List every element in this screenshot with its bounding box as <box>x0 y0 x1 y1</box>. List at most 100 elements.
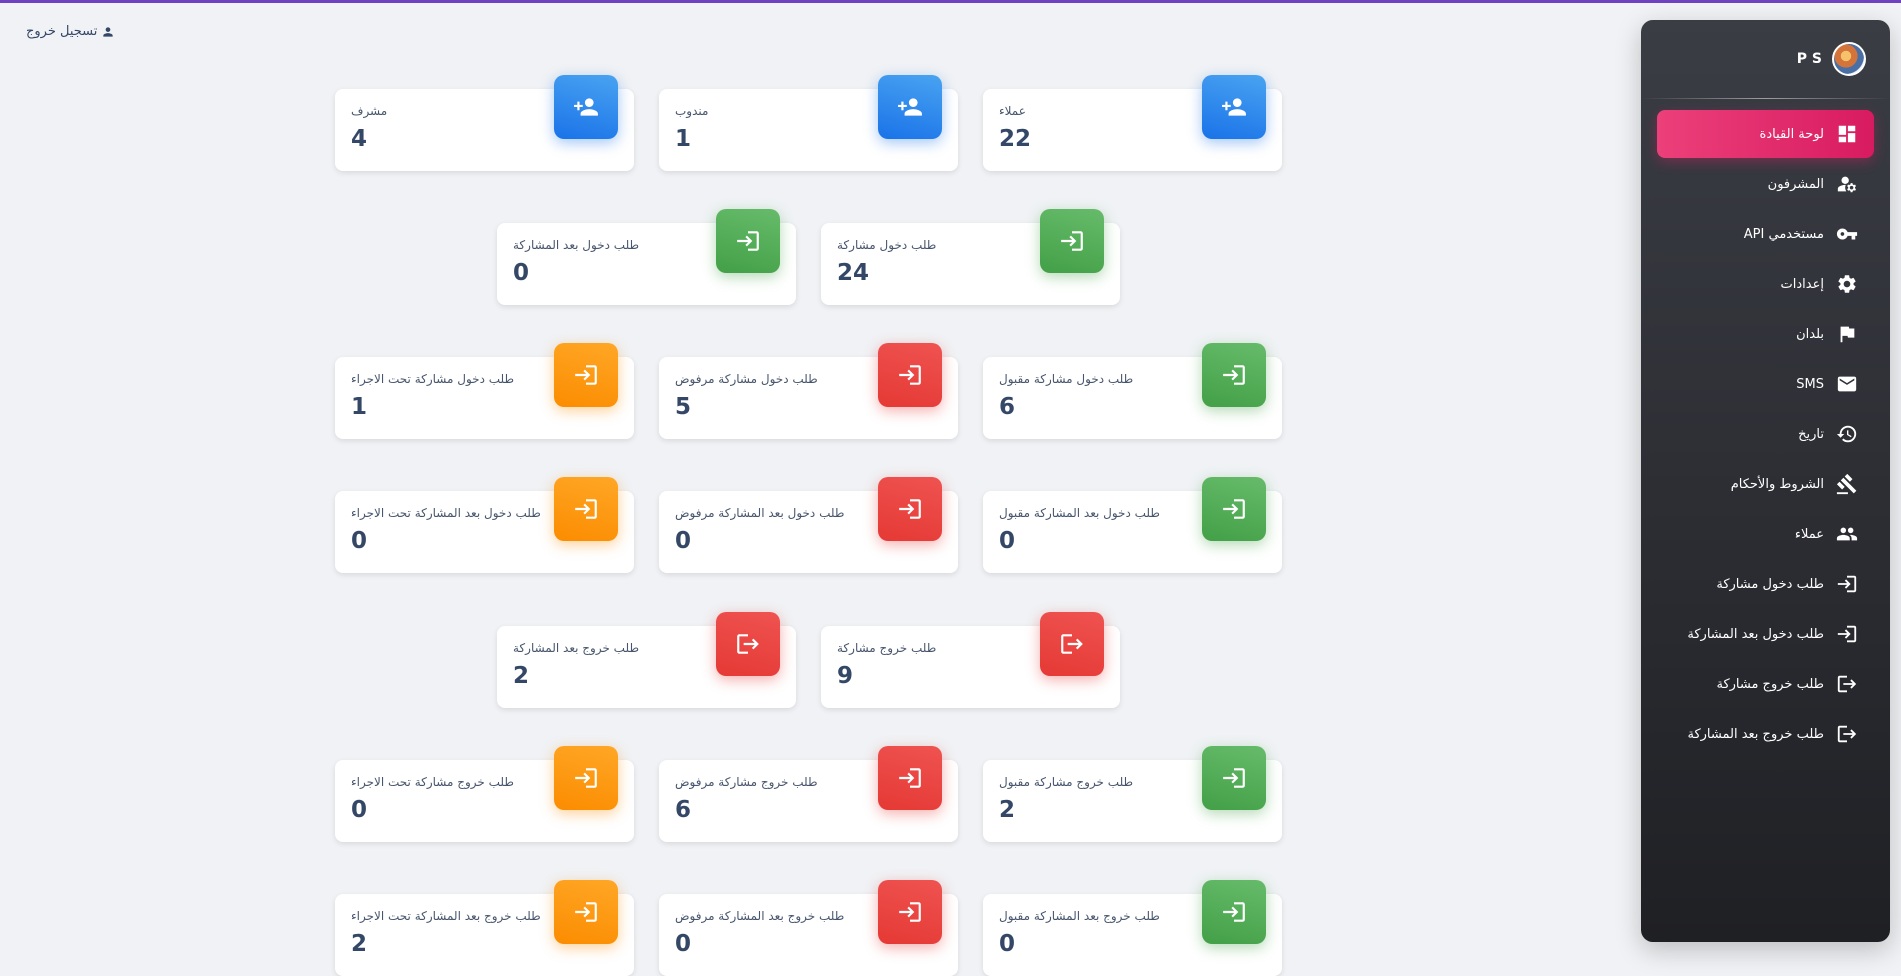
flag-icon <box>1836 323 1858 345</box>
stat-label: طلب خروج مشاركة مقبول <box>999 775 1134 789</box>
stat-value: 2 <box>999 797 1016 823</box>
key-icon <box>1836 223 1858 245</box>
stat-value: 2 <box>351 931 368 957</box>
brand-name: P S <box>1796 51 1822 67</box>
stat-value: 5 <box>675 394 692 420</box>
sidebar-item-dashboard[interactable]: لوحة القيادة <box>1657 110 1874 158</box>
sidebar-item-label: لوحة القيادة <box>1759 126 1824 142</box>
stat-value: 6 <box>675 797 692 823</box>
sidebar-item-label: مستخدمي API <box>1743 226 1824 242</box>
sidebar-item-label: طلب خروج بعد المشاركة <box>1687 726 1825 742</box>
login-icon[interactable] <box>554 880 618 944</box>
stat-label: طلب دخول مشاركة <box>837 238 937 252</box>
sidebar-item-label: بلدان <box>1796 326 1824 342</box>
login-icon[interactable] <box>878 343 942 407</box>
sidebar-item-label: عملاء <box>1794 526 1824 542</box>
stat-label: طلب خروج بعد المشاركة مرفوض <box>675 909 845 923</box>
login-icon[interactable] <box>1202 746 1266 810</box>
stat-label: طلب دخول بعد المشاركة تحت الاجراء <box>351 506 541 520</box>
stat-value: 0 <box>351 528 368 554</box>
stat-card-entry-accepted: طلب دخول مشاركة مقبول 6 <box>983 343 1282 439</box>
stat-card-exit-after-accepted: طلب خروج بعد المشاركة مقبول 0 <box>983 880 1282 976</box>
sidebar-item-entry-after-request[interactable]: طلب دخول بعد المشاركة <box>1657 610 1874 658</box>
logout-icon[interactable] <box>716 612 780 676</box>
login-icon[interactable] <box>878 880 942 944</box>
stat-card-entry-rejected: طلب دخول مشاركة مرفوض 5 <box>659 343 958 439</box>
login-icon[interactable] <box>878 746 942 810</box>
sidebar-item-countries[interactable]: بلدان <box>1657 310 1874 358</box>
sidebar-item-label: إعدادات <box>1780 276 1824 292</box>
login-icon[interactable] <box>1202 880 1266 944</box>
stat-value: 2 <box>513 663 530 689</box>
sidebar-item-terms[interactable]: الشروط والأحكام <box>1657 460 1874 508</box>
login-icon[interactable] <box>1202 343 1266 407</box>
login-icon[interactable] <box>1202 477 1266 541</box>
sidebar-item-api-users[interactable]: مستخدمي API <box>1657 210 1874 258</box>
stat-card-exit: طلب خروج مشاركة 9 <box>821 612 1120 708</box>
sidebar-item-label: طلب خروج مشاركة <box>1716 676 1824 692</box>
sidebar-item-history[interactable]: تاريخ <box>1657 410 1874 458</box>
stat-card-exit-after-pending: طلب خروج بعد المشاركة تحت الاجراء 2 <box>335 880 634 976</box>
stat-card-entry-after-accepted: طلب دخول بعد المشاركة مقبول 0 <box>983 477 1282 573</box>
stat-label: طلب دخول بعد المشاركة <box>513 238 640 252</box>
stat-label: طلب دخول مشاركة مرفوض <box>675 372 818 386</box>
sidebar-item-label: طلب دخول بعد المشاركة <box>1687 626 1824 642</box>
stat-value: 4 <box>351 126 368 152</box>
login-icon[interactable] <box>554 477 618 541</box>
stat-card-exit-pending: طلب خروج مشاركة تحت الاجراء 0 <box>335 746 634 842</box>
history-icon <box>1836 423 1858 445</box>
login-icon[interactable] <box>554 343 618 407</box>
person-add-icon[interactable] <box>554 75 618 139</box>
sidebar-item-label: المشرفون <box>1767 176 1824 192</box>
stat-value: 0 <box>351 797 368 823</box>
stat-value: 22 <box>999 126 1032 152</box>
stat-value: 0 <box>675 931 692 957</box>
sidebar-item-clients[interactable]: عملاء <box>1657 510 1874 558</box>
gavel-icon <box>1836 473 1858 495</box>
logout-label: تسجيل خروج <box>26 24 98 39</box>
stat-label: طلب خروج بعد المشاركة <box>513 641 639 655</box>
mail-icon <box>1836 373 1858 395</box>
sidebar-item-entry-request[interactable]: طلب دخول مشاركة <box>1657 560 1874 608</box>
stat-label: طلب دخول بعد المشاركة مقبول <box>999 506 1160 520</box>
stat-value: 0 <box>999 528 1016 554</box>
stat-value: 9 <box>837 663 854 689</box>
sidebar-brand[interactable]: P S <box>1641 20 1890 98</box>
logout-icon <box>1836 723 1858 745</box>
stat-card-entry-after: طلب دخول بعد المشاركة 0 <box>497 209 796 305</box>
login-icon[interactable] <box>878 477 942 541</box>
login-icon <box>1836 623 1858 645</box>
user-icon <box>101 25 115 39</box>
stat-value: 24 <box>837 260 870 286</box>
person-add-icon[interactable] <box>878 75 942 139</box>
stat-card-exit-after-rejected: طلب خروج بعد المشاركة مرفوض 0 <box>659 880 958 976</box>
stat-label: طلب دخول بعد المشاركة مرفوض <box>675 506 845 520</box>
sidebar-item-exit-after-request[interactable]: طلب خروج بعد المشاركة <box>1657 710 1874 758</box>
stat-card-entry-pending: طلب دخول مشاركة تحت الاجراء 1 <box>335 343 634 439</box>
avatar <box>1832 42 1866 76</box>
top-accent-bar <box>0 0 1901 3</box>
stat-label: طلب خروج مشاركة مرفوض <box>675 775 818 789</box>
stat-value: 0 <box>999 931 1016 957</box>
stat-value: 1 <box>675 126 692 152</box>
login-icon[interactable] <box>716 209 780 273</box>
sidebar-menu: لوحة القيادة المشرفون مستخدمي API إعدادا… <box>1657 110 1874 760</box>
sidebar-divider <box>1641 98 1890 99</box>
stat-value: 1 <box>351 394 368 420</box>
sidebar-item-supervisors[interactable]: المشرفون <box>1657 160 1874 208</box>
person-add-icon[interactable] <box>1202 75 1266 139</box>
stat-card-clients: عملاء 22 <box>983 75 1282 171</box>
stat-card-agent: مندوب 1 <box>659 75 958 171</box>
sidebar-item-label: طلب دخول مشاركة <box>1716 576 1824 592</box>
sidebar-item-settings[interactable]: إعدادات <box>1657 260 1874 308</box>
stat-card-supervisor: مشرف 4 <box>335 75 634 171</box>
login-icon[interactable] <box>554 746 618 810</box>
logout-icon[interactable] <box>1040 612 1104 676</box>
sidebar: P S لوحة القيادة المشرفون مستخدمي API إع… <box>1641 20 1890 942</box>
stat-label: طلب خروج مشاركة <box>837 641 937 655</box>
sidebar-item-sms[interactable]: SMS <box>1657 360 1874 408</box>
login-icon[interactable] <box>1040 209 1104 273</box>
logout-link[interactable]: تسجيل خروج <box>26 24 115 39</box>
sidebar-item-exit-request[interactable]: طلب خروج مشاركة <box>1657 660 1874 708</box>
stat-card-entry-after-pending: طلب دخول بعد المشاركة تحت الاجراء 0 <box>335 477 634 573</box>
